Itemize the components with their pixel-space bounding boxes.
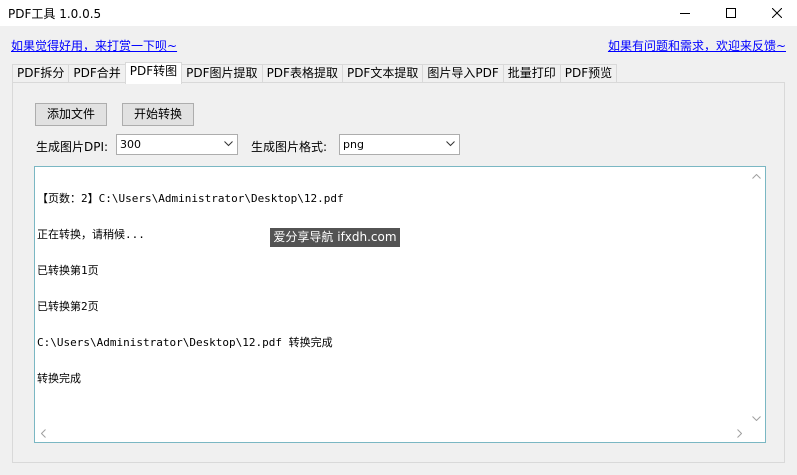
watermark: 爱分享导航 ifxdh.com bbox=[270, 228, 400, 247]
tab-pdf-image-extract[interactable]: PDF图片提取 bbox=[181, 64, 263, 83]
output-lines: 【页数：2】C:\Users\Administrator\Desktop\12.… bbox=[37, 169, 344, 409]
tab-pdf-split[interactable]: PDF拆分 bbox=[12, 64, 70, 83]
chevron-down-icon bbox=[446, 141, 455, 147]
dpi-label: 生成图片DPI: bbox=[36, 140, 109, 154]
output-line: 已转换第1页 bbox=[37, 264, 99, 277]
tab-pdf-to-image[interactable]: PDF转图 bbox=[124, 62, 183, 84]
dpi-value: 300 bbox=[120, 138, 141, 151]
start-convert-button[interactable]: 开始转换 bbox=[122, 103, 194, 126]
scroll-left-icon[interactable] bbox=[41, 429, 46, 438]
donate-link[interactable]: 如果觉得好用，来打赏一下呗~ bbox=[11, 37, 177, 54]
maximize-button[interactable] bbox=[708, 0, 754, 26]
output-line: 转换完成 bbox=[37, 372, 81, 385]
scroll-right-icon[interactable] bbox=[737, 429, 742, 438]
scrollbar-corner bbox=[748, 425, 765, 442]
tab-pdf-table-extract[interactable]: PDF表格提取 bbox=[261, 64, 343, 83]
tab-image-to-pdf[interactable]: 图片导入PDF bbox=[422, 64, 504, 83]
output-log[interactable]: 【页数：2】C:\Users\Administrator\Desktop\12.… bbox=[34, 166, 766, 443]
dpi-select[interactable]: 300 bbox=[116, 134, 238, 155]
format-value: png bbox=[343, 138, 364, 151]
chevron-down-icon bbox=[224, 141, 233, 147]
minimize-button[interactable] bbox=[662, 0, 708, 26]
close-button[interactable] bbox=[754, 0, 797, 26]
minimize-icon bbox=[680, 13, 690, 14]
add-file-button[interactable]: 添加文件 bbox=[35, 103, 107, 126]
scroll-down-icon[interactable] bbox=[752, 416, 761, 421]
tab-bar: PDF拆分 PDF合并 PDF转图 PDF图片提取 PDF表格提取 PDF文本提… bbox=[12, 62, 618, 84]
horizontal-scrollbar[interactable] bbox=[35, 425, 748, 442]
output-line: 已转换第2页 bbox=[37, 300, 99, 313]
window-title: PDF工具 1.0.0.5 bbox=[8, 7, 102, 21]
vertical-scrollbar[interactable] bbox=[748, 167, 765, 427]
format-label: 生成图片格式: bbox=[251, 140, 328, 154]
tab-pdf-merge[interactable]: PDF合并 bbox=[68, 64, 126, 83]
output-line: C:\Users\Administrator\Desktop\12.pdf 转换… bbox=[37, 336, 333, 349]
title-bar: PDF工具 1.0.0.5 bbox=[0, 0, 797, 26]
tab-batch-print[interactable]: 批量打印 bbox=[502, 64, 561, 83]
tab-pdf-preview[interactable]: PDF预览 bbox=[559, 64, 618, 83]
maximize-icon bbox=[726, 8, 736, 18]
output-line: 【页数：2】C:\Users\Administrator\Desktop\12.… bbox=[37, 192, 344, 205]
tab-pdf-text-extract[interactable]: PDF文本提取 bbox=[341, 64, 424, 83]
close-icon bbox=[772, 8, 782, 18]
feedback-link[interactable]: 如果有问题和需求，欢迎来反馈~ bbox=[608, 37, 786, 54]
format-select[interactable]: png bbox=[339, 134, 460, 155]
scroll-up-icon[interactable] bbox=[752, 174, 761, 179]
